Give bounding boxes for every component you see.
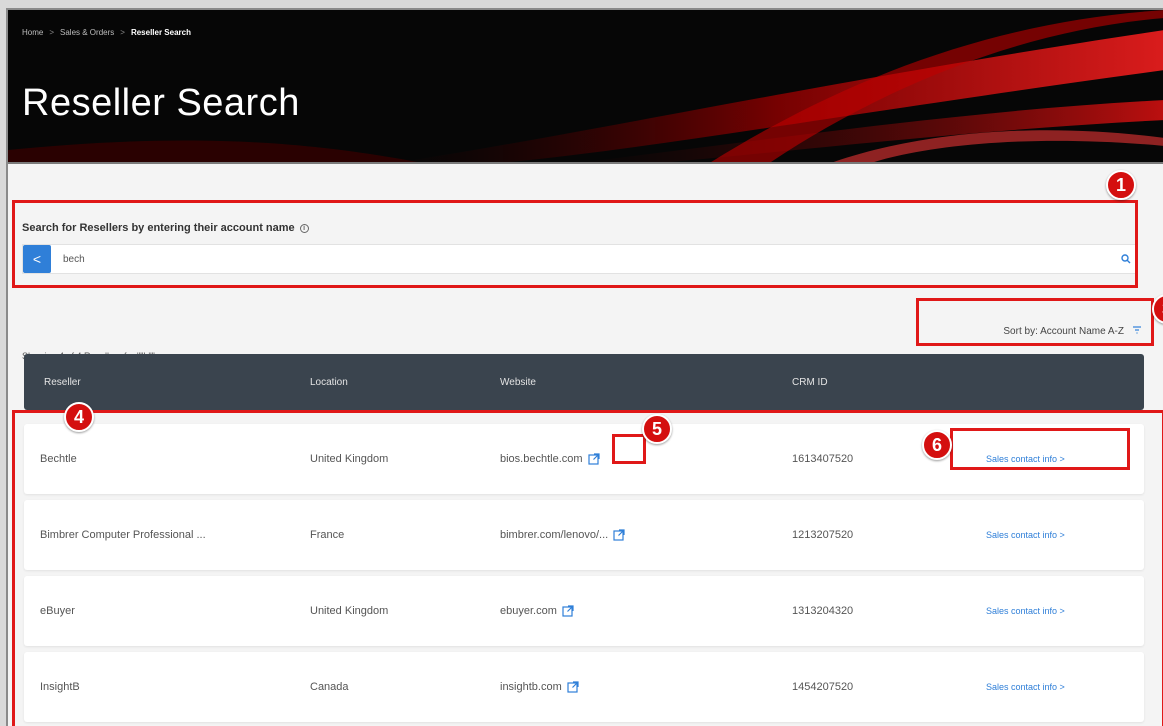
breadcrumb-separator: >: [49, 28, 55, 37]
external-link-icon[interactable]: [562, 605, 574, 617]
column-header-reseller[interactable]: Reseller: [44, 377, 81, 388]
breadcrumb-current: Reseller Search: [130, 28, 191, 37]
hero-banner: Home > Sales & Orders > Reseller Search …: [8, 10, 1163, 164]
search-label-text: Search for Resellers by entering their a…: [22, 222, 295, 234]
website-link[interactable]: ebuyer.com: [500, 605, 557, 617]
reseller-location: United Kingdom: [310, 453, 389, 465]
reseller-crm-id: 1454207520: [792, 681, 854, 693]
reseller-website: bimbrer.com/lenovo/...: [500, 529, 625, 541]
external-link-icon[interactable]: [613, 529, 625, 541]
sort-label[interactable]: Sort by: Account Name A-Z: [1003, 326, 1124, 337]
column-header-website[interactable]: Website: [500, 377, 536, 388]
info-icon[interactable]: i: [299, 223, 309, 233]
external-link-icon[interactable]: [567, 681, 579, 693]
annotation-badge-5: 5: [642, 414, 672, 444]
table-row: Bechtle United Kingdom bios.bechtle.com …: [24, 424, 1144, 494]
sales-contact-info-link[interactable]: Sales contact info >: [986, 682, 1065, 692]
breadcrumb-home[interactable]: Home: [22, 28, 43, 37]
website-link[interactable]: bimbrer.com/lenovo/...: [500, 529, 608, 541]
reseller-name: Bimbrer Computer Professional ...: [40, 529, 206, 541]
reseller-website: insightb.com: [500, 681, 579, 693]
reseller-location: Canada: [310, 681, 349, 693]
sales-contact-info-link[interactable]: Sales contact info >: [986, 530, 1065, 540]
sort-control[interactable]: Sort by: Account Name A-Z: [932, 310, 1152, 352]
sales-contact-info-link[interactable]: Sales contact info >: [986, 606, 1065, 616]
table-row: Bimbrer Computer Professional ... France…: [24, 500, 1144, 570]
column-header-location[interactable]: Location: [310, 377, 348, 388]
breadcrumb-separator: >: [120, 28, 125, 37]
website-link[interactable]: insightb.com: [500, 681, 562, 693]
table-header: Reseller Location Website CRM ID: [24, 354, 1144, 410]
reseller-name: InsightB: [40, 681, 80, 693]
annotation-badge-4: 4: [64, 402, 94, 432]
page-title: Reseller Search: [22, 82, 300, 124]
back-button[interactable]: <: [23, 245, 51, 273]
website-link[interactable]: bios.bechtle.com: [500, 453, 583, 465]
reseller-location: United Kingdom: [310, 605, 389, 617]
breadcrumb: Home > Sales & Orders > Reseller Search: [22, 28, 191, 37]
search-bar: <: [22, 244, 1138, 274]
filter-icon[interactable]: [1132, 325, 1142, 338]
reseller-crm-id: 1213207520: [792, 529, 854, 541]
sales-contact-info-link[interactable]: Sales contact info >: [986, 454, 1065, 464]
reseller-website: ebuyer.com: [500, 605, 574, 617]
search-input[interactable]: [51, 253, 1115, 265]
reseller-name: Bechtle: [40, 453, 77, 465]
annotation-badge-3: 3: [1152, 294, 1163, 324]
reseller-location: France: [310, 529, 345, 541]
page: Home > Sales & Orders > Reseller Search …: [6, 8, 1163, 726]
table-row: InsightB Canada insightb.com 1454207520 …: [24, 652, 1144, 722]
reseller-crm-id: 1313204320: [792, 605, 854, 617]
breadcrumb-sales-orders[interactable]: Sales & Orders: [60, 28, 114, 37]
search-icon[interactable]: [1115, 248, 1137, 270]
reseller-crm-id: 1613407520: [792, 453, 854, 465]
reseller-name: eBuyer: [40, 605, 75, 617]
table-row: eBuyer United Kingdom ebuyer.com 1313204…: [24, 576, 1144, 646]
annotation-badge-1: 1: [1106, 170, 1136, 200]
external-link-icon[interactable]: [587, 453, 600, 465]
reseller-website: bios.bechtle.com: [500, 453, 600, 465]
annotation-badge-6: 6: [922, 430, 952, 460]
search-label: Search for Resellers by entering their a…: [22, 222, 309, 234]
column-header-crm-id[interactable]: CRM ID: [792, 377, 828, 388]
